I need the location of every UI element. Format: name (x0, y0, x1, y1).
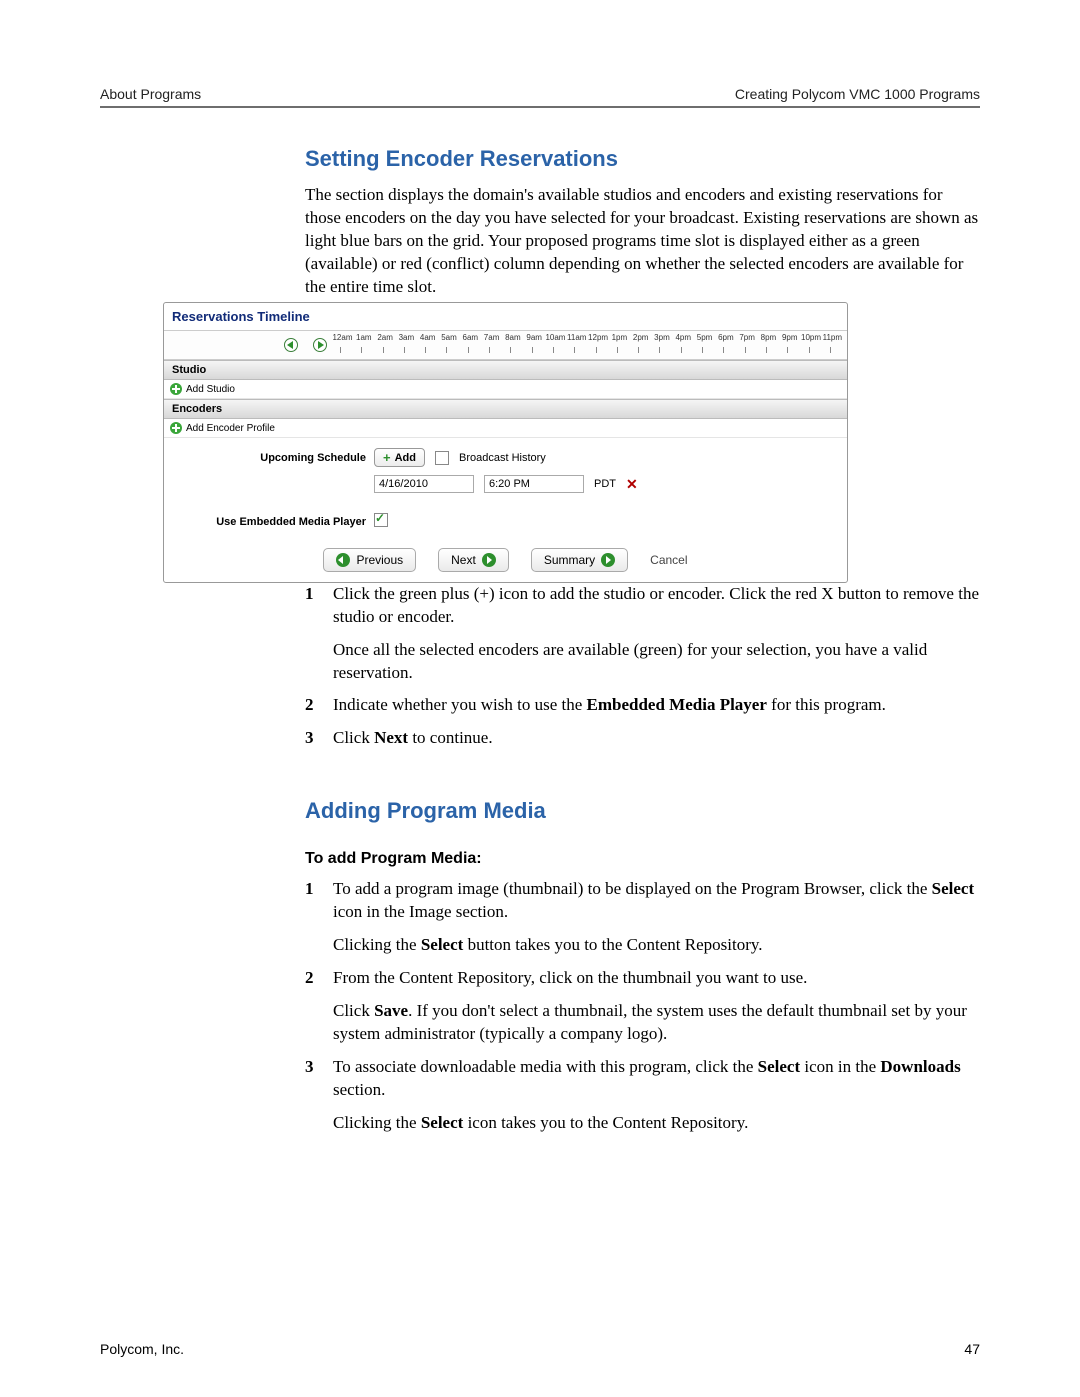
subheading-add-media: To add Program Media: (305, 850, 980, 868)
previous-button[interactable]: Previous (323, 548, 416, 572)
timeline-header: 12am1am2am3am4am5am6am7am8am9am10am11am1… (164, 330, 847, 360)
hour-label: 6am (460, 333, 481, 342)
hour-label: 10pm (801, 333, 822, 342)
timeline-next-icon[interactable] (313, 338, 327, 352)
hour-label: 4pm (673, 333, 694, 342)
page-header: About Programs Creating Polycom VMC 1000… (100, 86, 980, 108)
hour-label: 11pm (822, 333, 843, 342)
hour-label: 11am (566, 333, 587, 342)
step-2: Indicate whether you wish to use the Emb… (305, 694, 980, 717)
timeline-prev-icon[interactable] (284, 338, 298, 352)
add-encoder-plus-icon[interactable] (170, 422, 182, 434)
summary-arrow-icon (601, 553, 615, 567)
step-1-sub: Once all the selected encoders are avail… (333, 639, 980, 685)
broadcast-history-checkbox[interactable] (435, 451, 449, 465)
step-1: Click the green plus (+) icon to add the… (305, 583, 980, 685)
hour-label: 6pm (715, 333, 736, 342)
remove-schedule-icon[interactable]: ✕ (626, 476, 638, 493)
steps-list-2: To add a program image (thumbnail) to be… (305, 878, 980, 1134)
header-left: About Programs (100, 86, 201, 102)
hour-label: 12am (332, 333, 353, 342)
step-1-text: Click the green plus (+) icon to add the… (333, 584, 979, 626)
add-studio-plus-icon[interactable] (170, 383, 182, 395)
schedule-date-input[interactable]: 4/16/2010 (374, 475, 474, 493)
add-encoder-label: Add Encoder Profile (186, 423, 275, 434)
hour-label: 9pm (779, 333, 800, 342)
header-right: Creating Polycom VMC 1000 Programs (735, 86, 980, 102)
encoders-section-header: Encoders (164, 399, 847, 419)
cancel-link[interactable]: Cancel (650, 553, 687, 567)
hour-label: 8am (502, 333, 523, 342)
page-footer: Polycom, Inc. 47 (100, 1341, 980, 1357)
hour-label: 9am (524, 333, 545, 342)
reservations-panel: Reservations Timeline 12am1am2am3am4am5a… (163, 302, 848, 583)
media-step-3: To associate downloadable media with thi… (305, 1056, 980, 1135)
media-step-1: To add a program image (thumbnail) to be… (305, 878, 980, 957)
intro-paragraph: The section displays the domain's availa… (305, 184, 980, 299)
add-studio-label: Add Studio (186, 384, 235, 395)
step-3: Click Next to continue. (305, 727, 980, 750)
hour-label: 8pm (758, 333, 779, 342)
footer-page-number: 47 (964, 1341, 980, 1357)
timeline-hours: 12am1am2am3am4am5am6am7am8am9am10am11am1… (332, 333, 843, 342)
schedule-time-input[interactable]: 6:20 PM (484, 475, 584, 493)
hour-label: 4am (417, 333, 438, 342)
add-encoder-row[interactable]: Add Encoder Profile (164, 419, 847, 438)
steps-list-1: Click the green plus (+) icon to add the… (305, 583, 980, 751)
use-embedded-label: Use Embedded Media Player (174, 504, 374, 528)
broadcast-history-label: Broadcast History (459, 452, 546, 464)
hour-label: 2am (375, 333, 396, 342)
hour-label: 1pm (609, 333, 630, 342)
hour-label: 7pm (737, 333, 758, 342)
section-heading-reservations: Setting Encoder Reservations (305, 146, 980, 172)
add-schedule-plus-icon: + (383, 451, 391, 464)
hour-label: 3pm (651, 333, 672, 342)
hour-label: 10am (545, 333, 566, 342)
section-heading-media: Adding Program Media (305, 798, 980, 824)
summary-button[interactable]: Summary (531, 548, 628, 572)
next-button[interactable]: Next (438, 548, 509, 572)
next-arrow-icon (482, 553, 496, 567)
timezone-label: PDT (594, 478, 616, 490)
media-step-2: From the Content Repository, click on th… (305, 967, 980, 1046)
footer-company: Polycom, Inc. (100, 1341, 184, 1357)
hour-label: 3am (396, 333, 417, 342)
add-studio-row[interactable]: Add Studio (164, 380, 847, 399)
use-embedded-checkbox[interactable] (374, 513, 388, 527)
add-schedule-button[interactable]: + Add (374, 448, 425, 467)
hour-label: 1am (353, 333, 374, 342)
hour-label: 5pm (694, 333, 715, 342)
hour-label: 7am (481, 333, 502, 342)
hour-label: 5am (438, 333, 459, 342)
hour-label: 2pm (630, 333, 651, 342)
panel-title: Reservations Timeline (164, 303, 847, 330)
hour-label: 12pm (588, 333, 609, 342)
studio-section-header: Studio (164, 360, 847, 380)
previous-arrow-icon (336, 553, 350, 567)
upcoming-schedule-label: Upcoming Schedule (174, 452, 374, 464)
